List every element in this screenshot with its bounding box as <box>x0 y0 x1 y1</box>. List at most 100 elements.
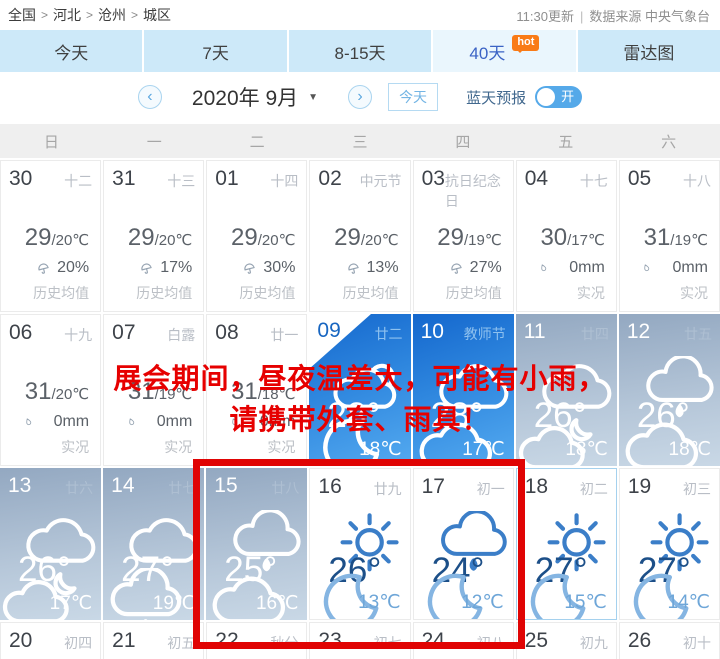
toggle-state-label: 开 <box>561 89 574 105</box>
cell-lunar: 中元节 <box>360 167 402 191</box>
calendar-cell-26[interactable]: 26 初十 <box>619 622 720 659</box>
cell-date: 19 <box>628 475 651 499</box>
tab-雷达图[interactable]: 雷达图 <box>578 30 720 72</box>
bluesky-forecast-control: 蓝天预报 开 <box>466 86 582 108</box>
tab-8-15天[interactable]: 8-15天 <box>289 30 431 72</box>
chevron-left-icon: ‹ <box>147 89 152 105</box>
cell-temp-range: 29/20℃ <box>7 224 89 252</box>
calendar-cell-10[interactable]: 10教师节28°17℃ <box>413 314 514 466</box>
weekday-header: 日 <box>0 124 103 158</box>
cell-date: 02 <box>318 167 341 191</box>
calendar-cell-30[interactable]: 30十二29/20℃20%历史均值 <box>0 160 101 312</box>
breadcrumb-item[interactable]: 城区 <box>143 5 171 25</box>
cell-date: 24 <box>422 629 445 653</box>
calendar-cell-19[interactable]: 19初三27°14℃ <box>619 468 720 620</box>
weekday-header: 六 <box>617 124 720 158</box>
cell-temp-range: 31/19℃ <box>110 378 192 406</box>
breadcrumb-item[interactable]: 全国 <box>8 5 36 25</box>
cell-source-label: 历史均值 <box>316 283 398 303</box>
cell-lunar: 初十 <box>683 629 711 653</box>
cell-temp-range: 29/20℃ <box>213 224 295 252</box>
bluesky-forecast-label: 蓝天预报 <box>466 87 526 108</box>
cell-date: 14 <box>111 474 134 498</box>
drop-icon <box>123 413 138 430</box>
cell-lunar: 初八 <box>477 629 505 653</box>
tab-40天[interactable]: 40天hot <box>433 30 575 72</box>
calendar-cell-31[interactable]: 31十三29/20℃17%历史均值 <box>103 160 204 312</box>
breadcrumb-item[interactable]: 沧州 <box>98 5 126 25</box>
calendar-cell-02[interactable]: 02中元节29/20℃13%历史均值 <box>309 160 410 312</box>
cell-lunar: 廿八 <box>271 474 299 498</box>
cell-lunar: 初七 <box>374 629 402 653</box>
prev-month-button[interactable]: ‹ <box>138 85 162 109</box>
cell-night-temp: 18℃ <box>669 438 711 461</box>
calendar-cell-08[interactable]: 08廿一31/18℃0mm实况 <box>206 314 307 466</box>
calendar-cell-03[interactable]: 03抗日纪念日29/19℃27%历史均值 <box>413 160 514 312</box>
cell-temp-range: 31/18℃ <box>213 378 295 406</box>
cell-lunar: 十四 <box>270 167 298 191</box>
divider: | <box>580 9 583 24</box>
cell-lunar: 初九 <box>580 629 608 653</box>
bluesky-toggle[interactable]: 开 <box>535 86 582 108</box>
calendar-cell-11[interactable]: 11廿四26°18℃ <box>516 314 617 466</box>
calendar-cell-05[interactable]: 05十八31/19℃0mm实况 <box>619 160 720 312</box>
cell-source-label: 实况 <box>626 283 708 303</box>
cell-date: 30 <box>9 167 32 191</box>
tab-7天[interactable]: 7天 <box>144 30 286 72</box>
toggle-knob <box>537 88 555 106</box>
calendar-cell-15[interactable]: 15廿八25°16℃ <box>206 468 307 620</box>
calendar-cell-06[interactable]: 06十九31/20℃0mm实况 <box>0 314 101 466</box>
cell-precip: 27% <box>420 259 502 277</box>
breadcrumb-separator: > <box>86 8 93 22</box>
calendar-cell-25[interactable]: 25初九 <box>516 622 617 659</box>
year-month-dropdown[interactable]: 2020年 9月 <box>192 82 318 112</box>
tab-今天[interactable]: 今天 <box>0 30 142 72</box>
today-button[interactable]: 今天 <box>388 83 438 111</box>
cell-source-label: 实况 <box>7 437 89 457</box>
calendar-cell-09[interactable]: 09廿二28°18℃ <box>309 314 410 466</box>
cell-lunar: 十三 <box>167 167 195 191</box>
calendar-cell-04[interactable]: 04十七30/17℃0mm实况 <box>516 160 617 312</box>
weekday-header: 四 <box>411 124 514 158</box>
breadcrumb-item[interactable]: 河北 <box>53 5 81 25</box>
calendar-cell-20[interactable]: 20初四 <box>0 622 101 659</box>
cell-source-label: 实况 <box>523 283 605 303</box>
calendar-cell-22[interactable]: 22秋分 <box>206 622 307 659</box>
cell-temp-range: 30/17℃ <box>523 224 605 252</box>
drop-icon <box>20 413 35 430</box>
cell-lunar: 初一 <box>477 475 505 499</box>
cell-lunar: 初三 <box>683 475 711 499</box>
cell-night-temp: 15℃ <box>564 591 606 614</box>
cell-night-temp: 19℃ <box>153 592 195 615</box>
update-info: 11:30更新|数据来源 中央气象台 <box>516 6 710 25</box>
cell-night-temp: 13℃ <box>358 591 400 614</box>
calendar-cell-07[interactable]: 07白露31/19℃0mm实况 <box>103 314 204 466</box>
next-month-button[interactable]: › <box>348 85 372 109</box>
calendar-cell-18[interactable]: 18初二27°15℃ <box>516 468 617 620</box>
cell-date: 11 <box>524 320 546 344</box>
cell-temp-range: 31/20℃ <box>7 378 89 406</box>
cell-date: 03 <box>422 167 445 191</box>
calendar-cell-12[interactable]: 12廿五26°18℃ <box>619 314 720 466</box>
tab-label: 雷达图 <box>623 39 674 64</box>
calendar-cell-01[interactable]: 01十四29/20℃30%历史均值 <box>206 160 307 312</box>
calendar-cell-14[interactable]: 14廿七27°19℃ <box>103 468 204 620</box>
cell-temp-range: 29/20℃ <box>316 224 398 252</box>
weekday-header: 一 <box>103 124 206 158</box>
weekday-header-row: 日一二三四五六 <box>0 124 720 158</box>
calendar-cell-23[interactable]: 23初七 <box>309 622 410 659</box>
calendar-cell-17[interactable]: 17初一24°12℃ <box>413 468 514 620</box>
cell-date: 21 <box>112 629 135 653</box>
tab-bar: 今天7天8-15天40天hot 雷达图 <box>0 30 720 72</box>
cell-date: 26 <box>628 629 651 653</box>
cell-date: 08 <box>215 321 238 345</box>
umbrella-icon <box>241 259 259 277</box>
calendar-cell-13[interactable]: 13廿六26°17℃ <box>0 468 101 620</box>
calendar-cell-16[interactable]: 16廿九26°13℃ <box>309 468 410 620</box>
weekday-header: 三 <box>309 124 412 158</box>
calendar-cell-24[interactable]: 24 初八 <box>413 622 514 659</box>
cell-date: 01 <box>215 167 238 191</box>
cell-source-label: 历史均值 <box>213 283 295 303</box>
cell-date: 17 <box>422 475 445 499</box>
calendar-cell-21[interactable]: 21初五 <box>103 622 204 659</box>
